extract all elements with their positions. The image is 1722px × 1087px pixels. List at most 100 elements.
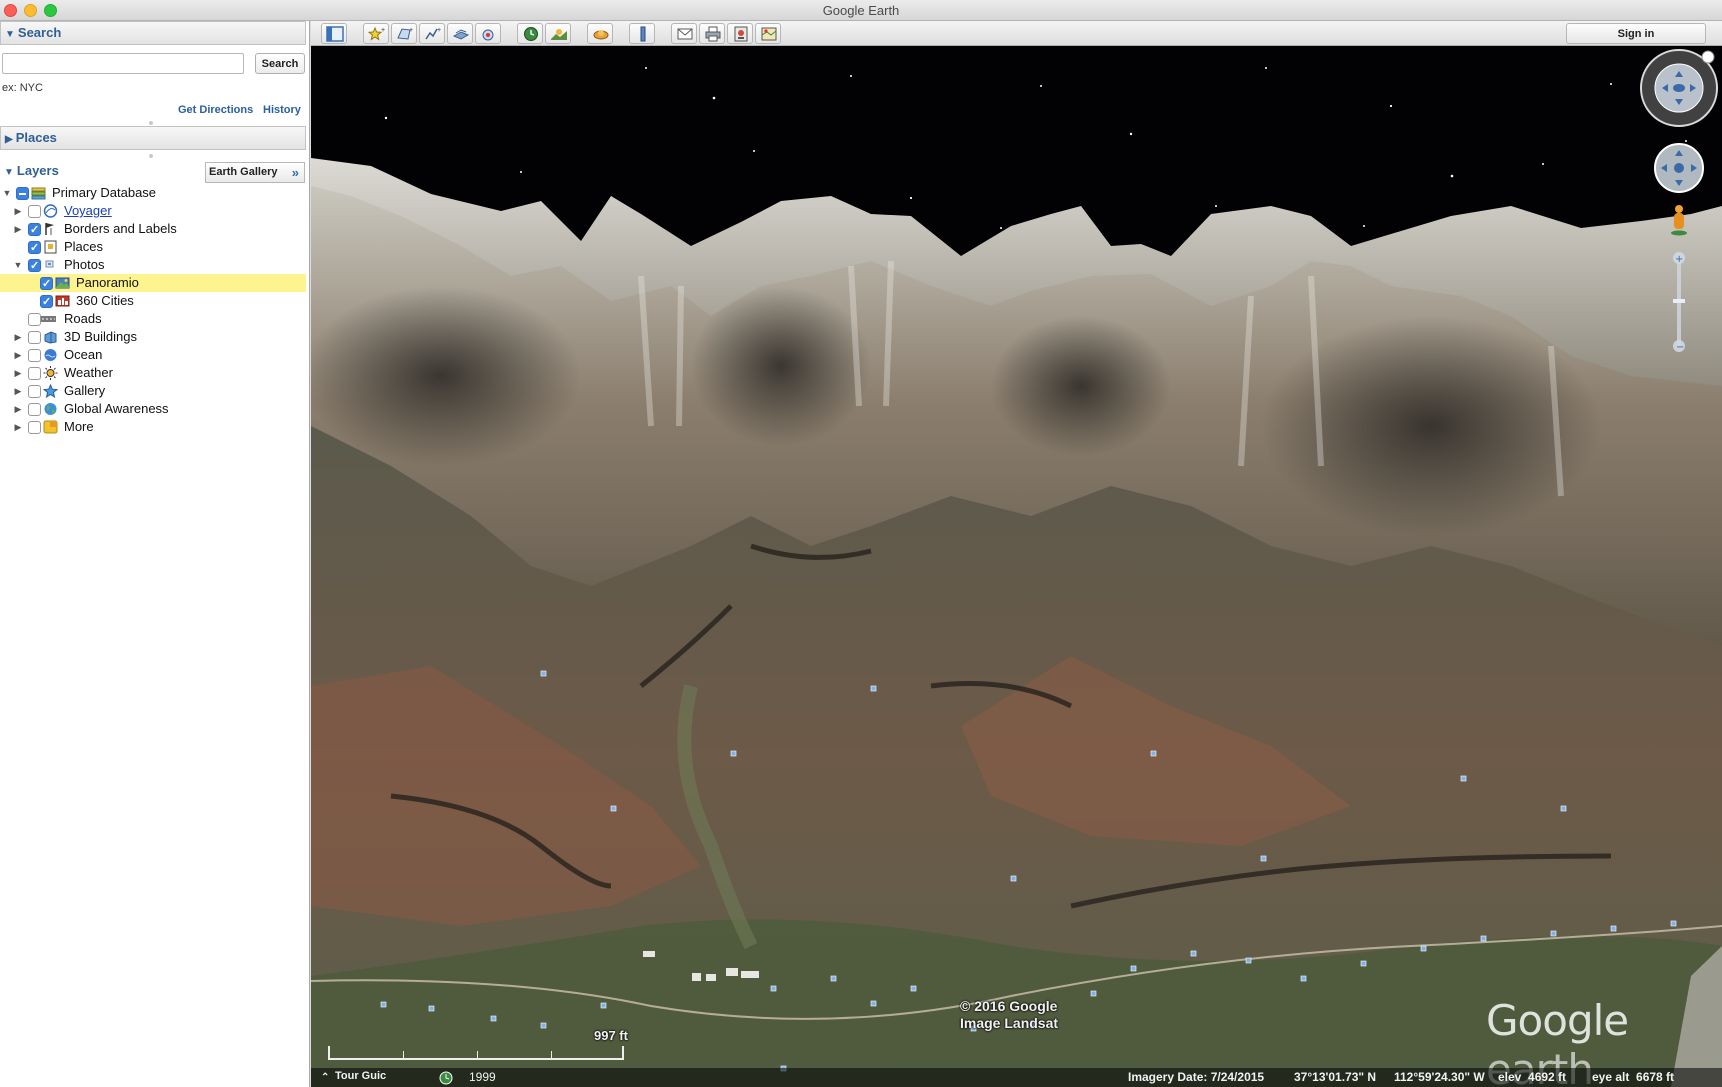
earth-3d-view[interactable]: + − 997 ft © 2016 Google Image Landsat G… — [311, 46, 1722, 1087]
layer-checkbox[interactable] — [28, 221, 41, 239]
look-joystick[interactable] — [1640, 49, 1718, 127]
layer-checkbox[interactable] — [28, 239, 41, 257]
eye-altitude-readout: eye alt 6678 ft — [1592, 1070, 1675, 1084]
title-bar: Google Earth — [0, 0, 1722, 21]
add-path-button[interactable]: + — [419, 23, 445, 44]
minimize-window-button[interactable] — [24, 4, 37, 17]
panel-splitter[interactable] — [0, 120, 306, 125]
zoom-window-button[interactable] — [44, 4, 57, 17]
print-button[interactable] — [699, 23, 725, 44]
copyright-line: © 2016 Google — [960, 998, 1058, 1014]
chevron-up-icon[interactable]: ⌃ — [321, 1072, 329, 1083]
layer-photos[interactable]: ▼ Photos — [0, 256, 306, 275]
layer-checkbox[interactable] — [28, 403, 41, 416]
layer-checkbox[interactable] — [28, 349, 41, 362]
layer-label: Roads — [64, 311, 102, 326]
disclosure-triangle-icon[interactable]: ▼ — [13, 256, 23, 274]
layer-borders-and-labels[interactable]: ▶ Borders and Labels — [0, 220, 306, 239]
scale-bar — [328, 1046, 624, 1060]
tour-guide-button[interactable]: Tour Guic — [335, 1070, 386, 1082]
add-placemark-icon: + — [368, 26, 385, 41]
sign-in-button[interactable]: Sign in — [1566, 23, 1706, 44]
disclosure-triangle-icon[interactable]: ▶ — [13, 364, 23, 382]
voyager-icon — [43, 204, 58, 218]
disclosure-triangle-icon[interactable]: ▶ — [13, 382, 23, 400]
search-panel-header[interactable]: ▼ Search — [0, 21, 306, 45]
layer-checkbox[interactable] — [40, 293, 53, 311]
places-panel-header[interactable]: ▶ Places — [0, 126, 306, 150]
sidebar: ▼ Search Search ex: NYC Get Directions Hi… — [0, 21, 310, 1087]
layer-places[interactable]: Places — [0, 238, 306, 257]
layer-checkbox[interactable] — [40, 275, 53, 293]
disclosure-triangle-icon[interactable]: ▶ — [13, 220, 23, 238]
layer-ocean[interactable]: ▶ Ocean — [0, 346, 306, 364]
layer-label: Panoramio — [76, 275, 139, 290]
layer-360-cities[interactable]: 360 Cities — [0, 292, 306, 311]
disclosure-triangle-icon[interactable]: ▶ — [13, 202, 23, 220]
sunlight-icon — [551, 29, 567, 40]
disclosure-triangle-icon[interactable]: ▶ — [13, 328, 23, 346]
layer-checkbox[interactable] — [28, 385, 41, 398]
imagery-credit: Image Landsat — [960, 1015, 1059, 1031]
layer-global-awareness[interactable]: ▶ Global Awareness — [0, 400, 306, 418]
disclosure-triangle-icon[interactable]: ▶ — [13, 346, 23, 364]
close-window-button[interactable] — [4, 4, 17, 17]
layer-checkbox[interactable] — [28, 257, 41, 275]
history-link[interactable]: History — [263, 104, 301, 116]
layer-gallery[interactable]: ▶ Gallery — [0, 382, 306, 400]
layer-roads[interactable]: Roads — [0, 310, 306, 328]
add-placemark-button[interactable]: + — [363, 23, 389, 44]
add-polygon-button[interactable]: + — [391, 23, 417, 44]
ruler-button[interactable] — [629, 23, 655, 44]
layer-checkbox[interactable] — [28, 421, 41, 434]
search-button[interactable]: Search — [255, 53, 305, 74]
earth-gallery-button[interactable]: Earth Gallery » — [205, 162, 305, 183]
copyright-notice: © 2016 Google Image Landsat — [960, 998, 1058, 1032]
move-joystick[interactable] — [1654, 143, 1704, 193]
disclosure-triangle-icon[interactable]: ▼ — [2, 184, 12, 202]
layer-checkbox[interactable] — [16, 187, 29, 200]
disclosure-triangle-icon[interactable]: ▶ — [13, 400, 23, 418]
panel-splitter[interactable] — [0, 153, 306, 158]
layer-checkbox[interactable] — [28, 205, 41, 218]
layer-voyager[interactable]: ▶ Voyager — [0, 202, 306, 220]
switch-planet-button[interactable] — [587, 23, 613, 44]
layer-label: Borders and Labels — [64, 221, 177, 236]
latitude-readout: 37°13'01.73" N — [1294, 1070, 1377, 1084]
layer-label[interactable]: Voyager — [64, 202, 112, 220]
toggle-sidebar-button[interactable] — [321, 23, 347, 44]
main-toolbar: + + + Sign in — [311, 21, 1722, 46]
layer-checkbox[interactable] — [28, 331, 41, 344]
layer-checkbox[interactable] — [28, 367, 41, 380]
elevation-readout: elev 4692 ft — [1498, 1070, 1567, 1084]
layer-3d-buildings[interactable]: ▶ 3D Buildings — [0, 328, 306, 346]
record-tour-button[interactable] — [475, 23, 501, 44]
triangle-right-icon: ▶ — [5, 134, 13, 145]
get-directions-link[interactable]: Get Directions — [178, 104, 253, 116]
email-button[interactable] — [671, 23, 697, 44]
layer-panoramio[interactable]: Panoramio — [0, 274, 306, 293]
layer-checkbox[interactable] — [28, 313, 41, 326]
layer-primary-database[interactable]: ▼ Primary Database — [0, 184, 306, 202]
historical-imagery-clock-icon[interactable] — [439, 1071, 453, 1085]
triangle-down-icon: ▼ — [5, 29, 15, 40]
sunlight-button[interactable] — [545, 23, 571, 44]
save-image-icon — [734, 26, 748, 42]
layer-more[interactable]: ▶ More — [0, 418, 306, 436]
view-in-maps-button[interactable] — [755, 23, 781, 44]
roads-icon — [41, 316, 56, 322]
print-icon — [705, 26, 721, 42]
layer-label: 3D Buildings — [64, 329, 137, 344]
add-image-overlay-button[interactable] — [447, 23, 473, 44]
disclosure-triangle-icon[interactable]: ▶ — [13, 418, 23, 436]
ruler-icon — [640, 26, 646, 42]
search-input[interactable] — [2, 53, 244, 74]
more-icon — [43, 420, 58, 434]
save-image-button[interactable] — [727, 23, 753, 44]
layer-weather[interactable]: ▶ Weather — [0, 364, 306, 382]
layer-label: Photos — [64, 257, 105, 272]
terrain-imagery[interactable]: + − — [311, 46, 1722, 1087]
historical-imagery-button[interactable] — [517, 23, 543, 44]
scale-label: 997 ft — [594, 1028, 628, 1043]
logo-word: Google — [1486, 996, 1629, 1045]
